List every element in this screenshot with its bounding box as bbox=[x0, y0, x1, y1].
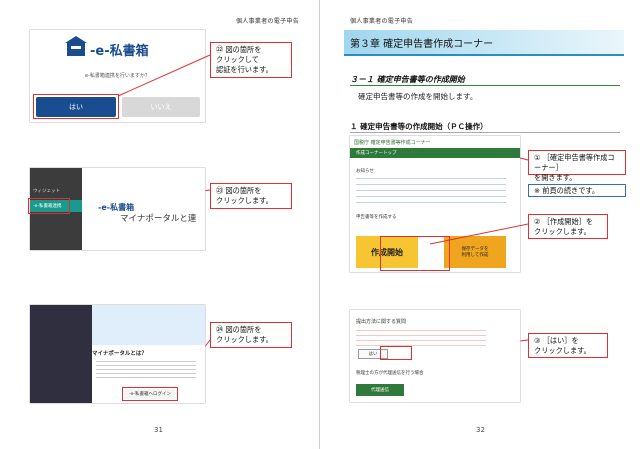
callout-step2: ② ［作成開始］を クリックします。 bbox=[528, 214, 608, 239]
screenshot-myna-portal: マイナポータルとは？ -e-私書箱ヘログイン bbox=[30, 305, 205, 403]
highlight-sidebar-item bbox=[28, 198, 70, 214]
question-heading: 提出方法に関する質問 bbox=[356, 319, 407, 325]
screenshot-submission-question: 提出方法に関する質問 はい 税理士の方が代理送信を行う場合 代理送信 bbox=[350, 310, 520, 402]
right-page: 個人事業者の電子申告 第３章 確定申告書作成コーナー ３－１ 確定申告書等の作成… bbox=[320, 0, 640, 449]
portal-body-text bbox=[96, 361, 196, 381]
question-text bbox=[356, 330, 486, 346]
highlight-yes-screen2 bbox=[380, 346, 412, 360]
dark-panel bbox=[30, 305, 92, 403]
left-page: 個人事業者の電子申告 -e-私書箱 e-私書箱連携を行いますか？ はい いいえ … bbox=[0, 0, 320, 449]
continuation-note: ※ 前頁の続きです。 bbox=[528, 184, 626, 197]
lower-heading: 税理士の方が代理送信を行う場合 bbox=[356, 371, 424, 376]
portal-heading: マイナポータルとは？ bbox=[92, 351, 147, 357]
page-number-left: 31 bbox=[154, 426, 163, 434]
city-banner bbox=[92, 305, 205, 345]
callout-step1: ① ［確定申告書等作成コーナー］ を開きます。 bbox=[528, 150, 626, 182]
callout-step3: ③ ［はい］を クリックします。 bbox=[528, 333, 608, 358]
proxy-send-button[interactable]: 代理送信 bbox=[356, 384, 404, 396]
highlight-login-button bbox=[122, 387, 178, 401]
portal-text: マイナポータルと連 bbox=[120, 214, 197, 224]
callout-step24: ㉔ 図の箇所を クリックします。 bbox=[210, 322, 292, 348]
callout-step23: ㉓ 図の箇所を クリックします。 bbox=[210, 183, 292, 209]
callout-step22: ㉒ 図の箇所を クリックして 認証を行います。 bbox=[210, 42, 292, 78]
sidebar-top-label: ウィジェット bbox=[33, 189, 60, 194]
page-number-right: 32 bbox=[476, 426, 485, 434]
